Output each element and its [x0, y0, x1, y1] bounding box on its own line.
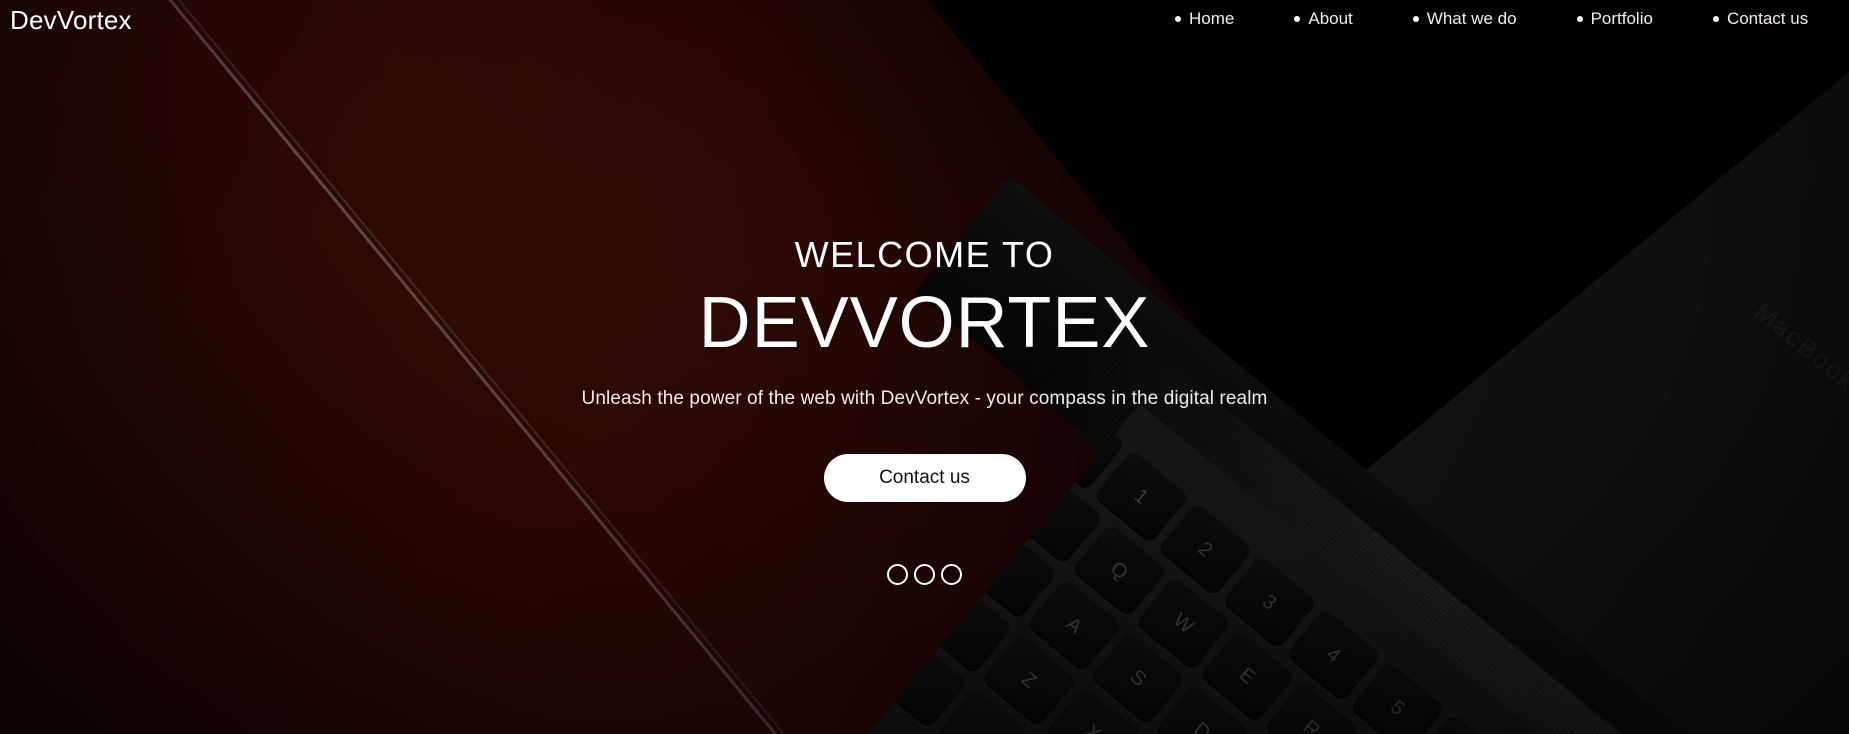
nav-item-portfolio[interactable]: Portfolio: [1576, 9, 1653, 28]
site-header: DevVortex Home About What we do Portfoli…: [0, 0, 1849, 40]
nav-item-label: Home: [1189, 9, 1235, 28]
hero-title: DEVVORTEX: [698, 282, 1151, 363]
carousel-dot-1[interactable]: [887, 564, 908, 586]
bullet-dot-icon: [1412, 15, 1419, 22]
bullet-dot-icon: [1712, 15, 1719, 22]
nav-item-label: About: [1308, 9, 1353, 28]
carousel-dot-2[interactable]: [914, 564, 935, 586]
nav-item-about[interactable]: About: [1294, 9, 1353, 28]
main-navigation: Home About What we do Portfolio Contact …: [1175, 10, 1808, 27]
bullet-dot-icon: [1576, 15, 1583, 22]
nav-item-label: Portfolio: [1590, 9, 1653, 28]
carousel-dot-3[interactable]: [941, 564, 962, 586]
nav-item-label: Contact us: [1726, 9, 1809, 28]
hero-eyebrow: WELCOME TO: [794, 234, 1055, 275]
hero-page: 55 ~ 1 2 3 4 5 6 7 8 9 0 - =: [0, 0, 1849, 734]
contact-us-button[interactable]: Contact us: [823, 454, 1026, 503]
nav-item-contact-us[interactable]: Contact us: [1712, 9, 1809, 28]
hero-subtitle: Unleash the power of the web with DevVor…: [581, 388, 1268, 410]
nav-item-what-we-do[interactable]: What we do: [1412, 9, 1517, 28]
brand-logo[interactable]: DevVortex: [10, 7, 132, 33]
nav-item-label: What we do: [1426, 9, 1517, 28]
bullet-dot-icon: [1294, 15, 1301, 22]
carousel-indicators: [887, 564, 962, 586]
bullet-dot-icon: [1175, 15, 1181, 22]
hero-background-image: 55 ~ 1 2 3 4 5 6 7 8 9 0 - =: [0, 0, 1849, 734]
nav-item-home[interactable]: Home: [1175, 10, 1234, 27]
background-overlay: [0, 0, 1849, 734]
